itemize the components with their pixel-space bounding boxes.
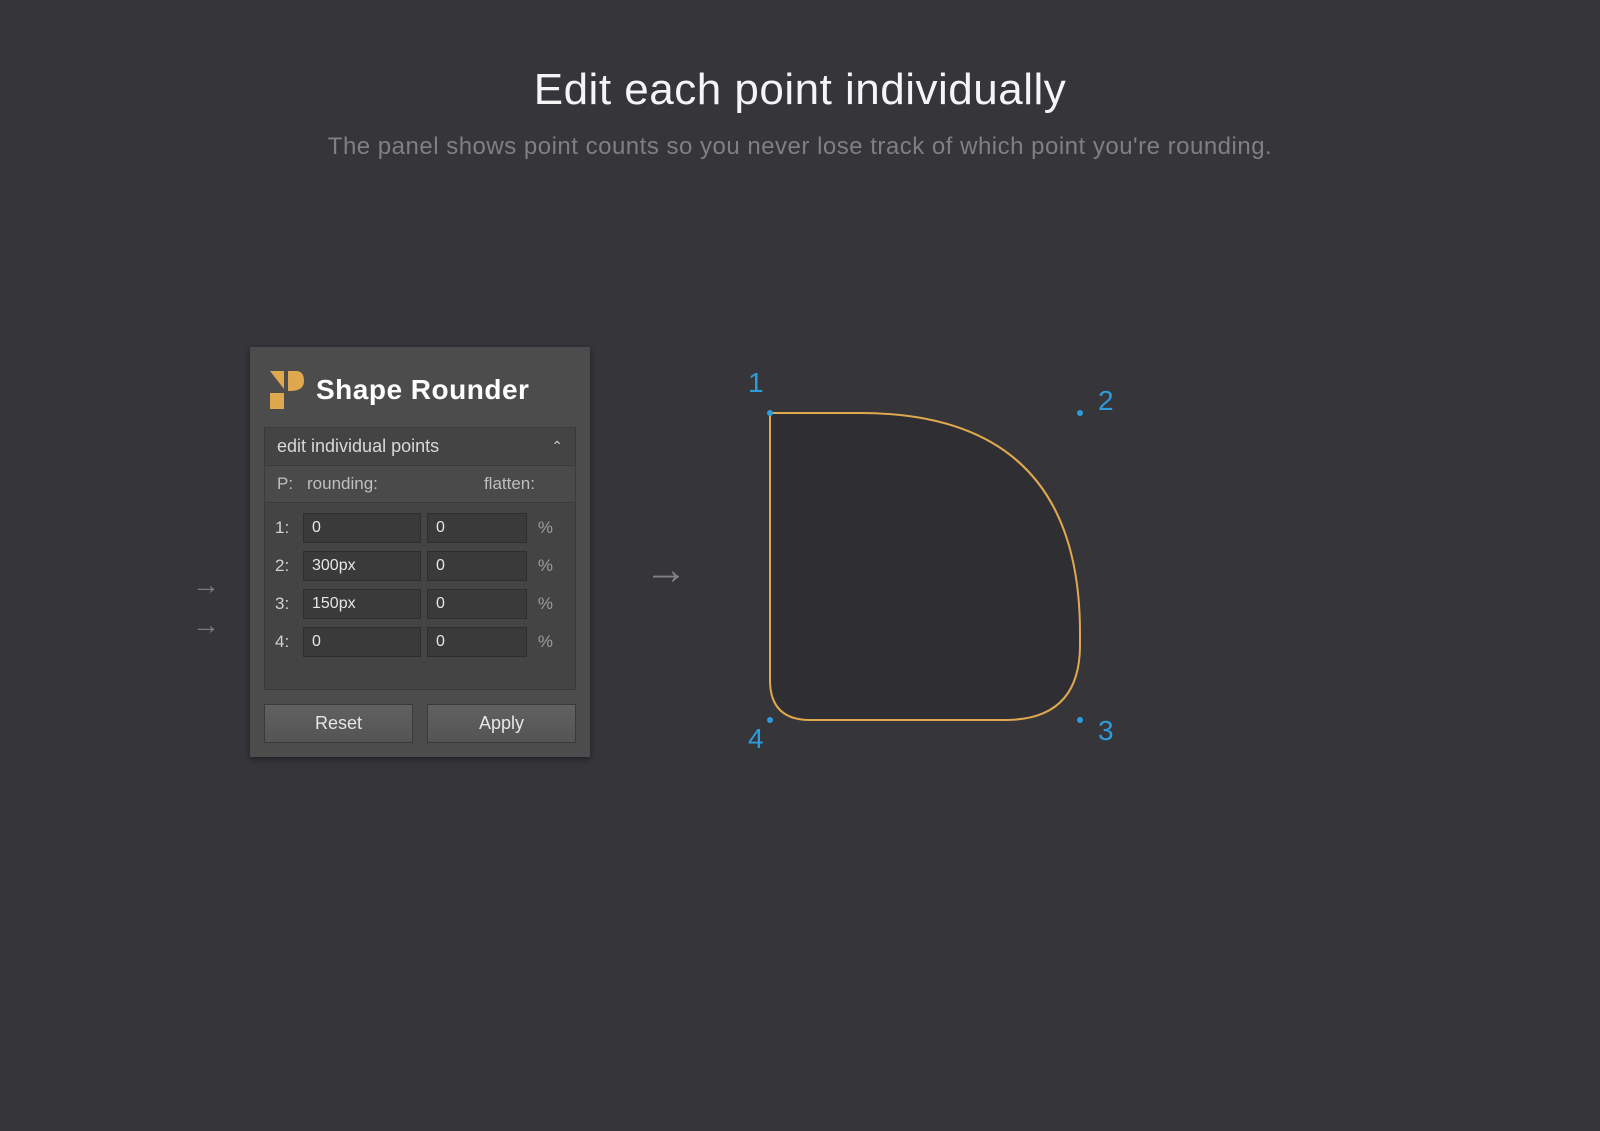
- arrow-right-icon: →: [644, 545, 688, 595]
- reset-button[interactable]: Reset: [264, 704, 413, 743]
- point-label-4: 4: [748, 723, 764, 755]
- percent-label: %: [533, 594, 553, 614]
- rounding-input[interactable]: [303, 551, 421, 581]
- page-title: Edit each point individually: [0, 65, 1600, 115]
- rounding-input[interactable]: [303, 513, 421, 543]
- panel-title: Shape Rounder: [316, 374, 529, 406]
- point-row: 3: %: [275, 589, 565, 619]
- row-label: 1:: [275, 518, 297, 538]
- page-subtitle: The panel shows point counts so you neve…: [0, 133, 1600, 161]
- point-label-1: 1: [748, 367, 764, 399]
- edit-points-section: edit individual points ⌃ P: rounding: fl…: [264, 427, 576, 690]
- rounding-input[interactable]: [303, 627, 421, 657]
- apply-button[interactable]: Apply: [427, 704, 576, 743]
- flatten-input[interactable]: [427, 513, 527, 543]
- section-header[interactable]: edit individual points ⌃: [265, 428, 575, 466]
- arrow-right-icon: →: [192, 605, 220, 645]
- point-rows: 1: % 2: % 3: % 4: %: [265, 503, 575, 689]
- panel-header: Shape Rounder: [264, 361, 576, 427]
- anchor-point-1: [767, 410, 773, 416]
- col-rounding-label: rounding:: [307, 474, 441, 494]
- point-label-2: 2: [1098, 385, 1114, 417]
- flatten-input[interactable]: [427, 627, 527, 657]
- anchor-point-4: [767, 717, 773, 723]
- rounding-input[interactable]: [303, 589, 421, 619]
- percent-label: %: [533, 518, 553, 538]
- section-title: edit individual points: [277, 436, 439, 457]
- arrow-right-icon: →: [192, 565, 220, 605]
- percent-label: %: [533, 632, 553, 652]
- row-label: 3:: [275, 594, 297, 614]
- row-label: 2:: [275, 556, 297, 576]
- logo-icon: [270, 371, 304, 409]
- point-row: 1: %: [275, 513, 565, 543]
- panel-buttons: Reset Apply: [264, 704, 576, 743]
- col-flatten-label: flatten:: [441, 474, 563, 494]
- anchor-point-2: [1077, 410, 1083, 416]
- point-row: 4: %: [275, 627, 565, 657]
- col-p-label: P:: [277, 474, 307, 494]
- chevron-up-icon: ⌃: [551, 438, 563, 455]
- flatten-input[interactable]: [427, 551, 527, 581]
- point-row: 2: %: [275, 551, 565, 581]
- percent-label: %: [533, 556, 553, 576]
- preview-shape-path: [770, 413, 1080, 720]
- edited-row-indicators: → →: [192, 565, 220, 645]
- shape-preview: 1 2 3 4: [740, 375, 1140, 775]
- point-label-3: 3: [1098, 715, 1114, 747]
- anchor-point-3: [1077, 717, 1083, 723]
- shape-rounder-panel: Shape Rounder edit individual points ⌃ P…: [250, 347, 590, 757]
- column-headers: P: rounding: flatten:: [265, 466, 575, 503]
- row-label: 4:: [275, 632, 297, 652]
- flatten-input[interactable]: [427, 589, 527, 619]
